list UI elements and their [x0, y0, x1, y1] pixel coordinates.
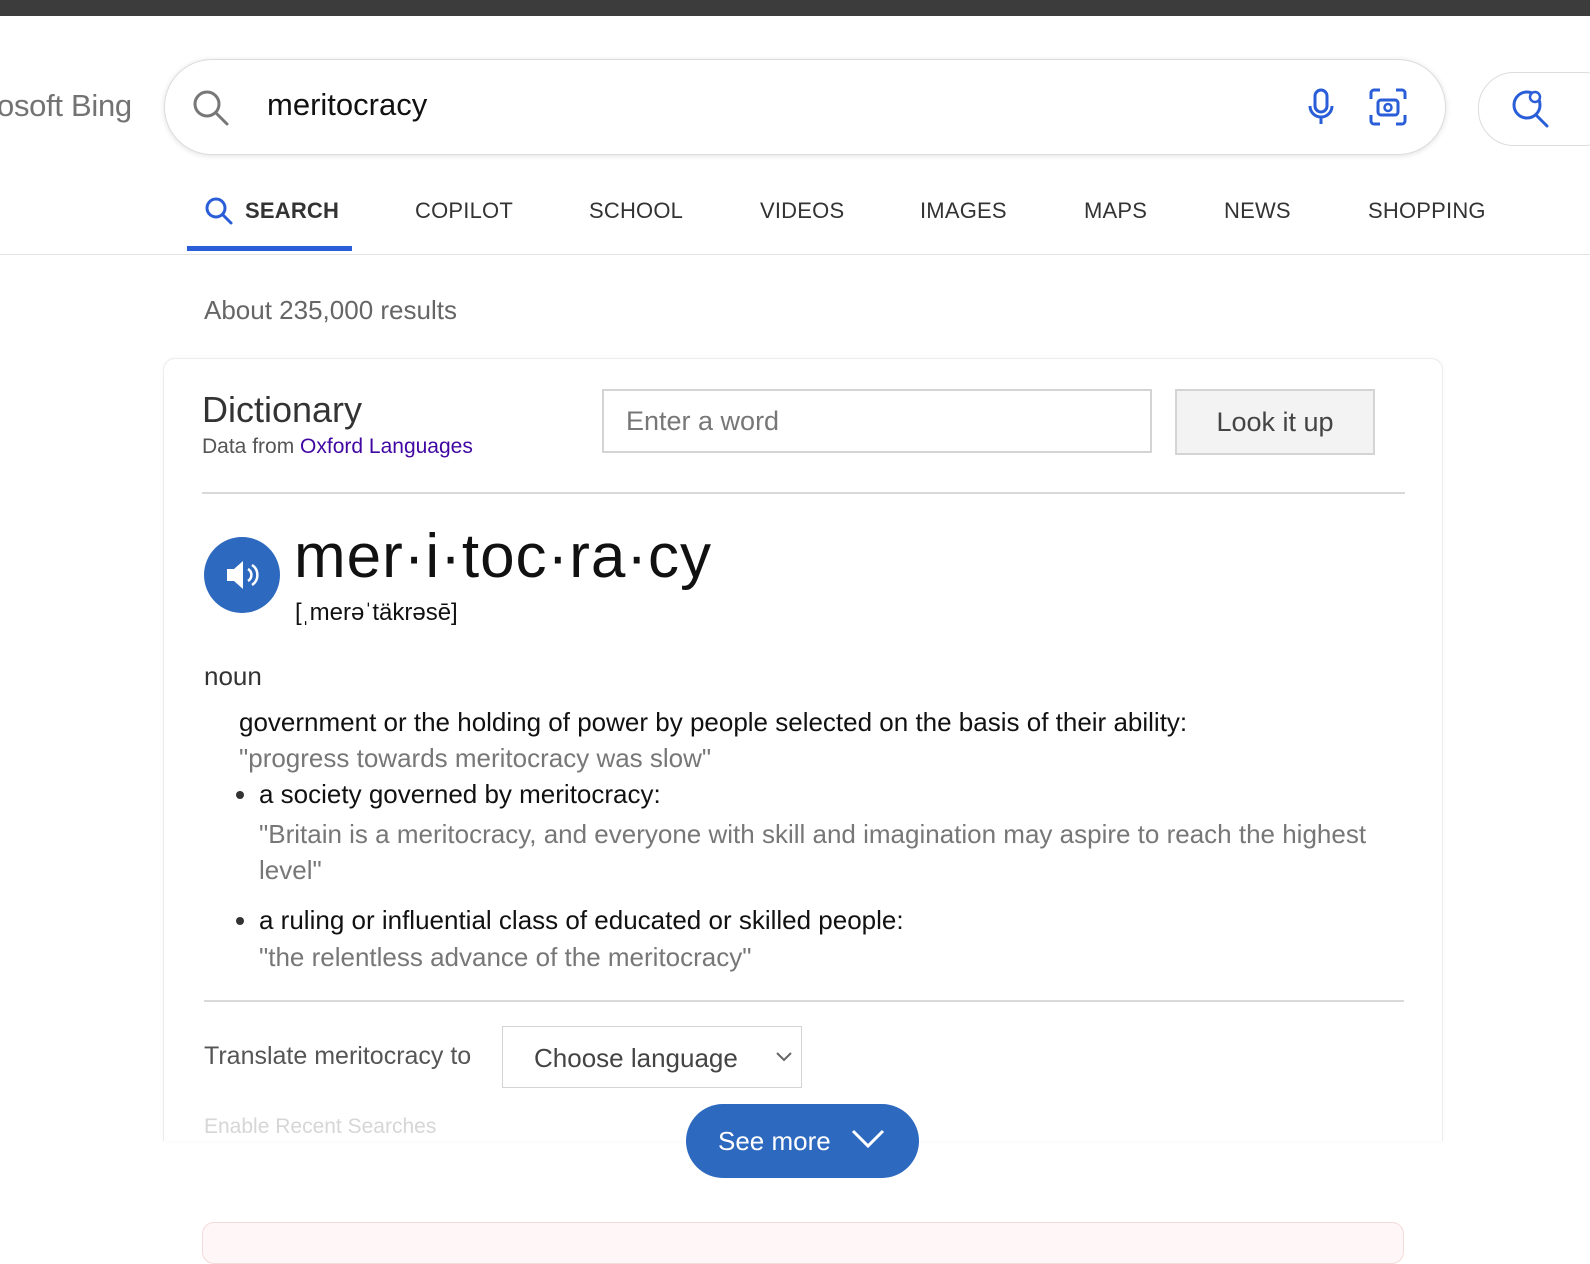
tab-school[interactable]: SCHOOL: [589, 198, 683, 223]
recent-searches-toggle[interactable]: Enable Recent Searches: [204, 1115, 436, 1139]
pronunciation: [ˌmerəˈtäkrəsē]: [295, 599, 458, 626]
active-tab-indicator: [187, 246, 352, 251]
see-more-label: See more: [718, 1126, 831, 1156]
results-count: About 235,000 results: [204, 295, 457, 325]
oxford-languages-link[interactable]: Oxford Languages: [300, 435, 473, 458]
source-prefix: Data from: [202, 435, 295, 458]
microphone-icon[interactable]: [1305, 87, 1337, 132]
speaker-icon: [227, 561, 259, 589]
definition-example: "progress towards meritocracy was slow": [239, 743, 712, 773]
word-input[interactable]: [602, 389, 1152, 453]
search-tab-icon: [205, 197, 233, 225]
tab-videos[interactable]: VIDEOS: [760, 198, 844, 223]
tab-images[interactable]: IMAGES: [920, 198, 1007, 223]
bing-logo[interactable]: osoft Bing: [0, 88, 132, 124]
next-result-card: [202, 1222, 1404, 1264]
search-icon[interactable]: [191, 88, 231, 133]
see-more-button[interactable]: See more: [686, 1104, 919, 1178]
visual-search-icon[interactable]: [1368, 87, 1408, 132]
tab-shopping[interactable]: SHOPPING: [1368, 198, 1486, 223]
bullet: [236, 791, 244, 799]
chevron-down-icon: [851, 1129, 885, 1149]
bullet: [236, 917, 244, 925]
search-input[interactable]: meritocracy: [267, 87, 427, 123]
search-tabs: SEARCH COPILOT SCHOOL VIDEOS IMAGES MAPS…: [0, 186, 1590, 255]
chevron-down-icon: [776, 1052, 792, 1062]
dictionary-title: Dictionary: [202, 389, 363, 430]
headword: mer·i·toc·ra·cy: [294, 522, 712, 591]
sub-sense-definition: a society governed by meritocracy:: [259, 779, 661, 809]
part-of-speech: noun: [204, 661, 262, 691]
tab-news[interactable]: NEWS: [1224, 198, 1291, 223]
sub-sense-example: "Britain is a meritocracy, and everyone …: [259, 819, 1367, 885]
tab-maps[interactable]: MAPS: [1084, 198, 1147, 223]
divider: [202, 492, 1405, 494]
copilot-search-button[interactable]: [1478, 72, 1590, 146]
sub-sense-definition: a ruling or influential class of educate…: [259, 905, 904, 935]
language-select[interactable]: Choose language: [502, 1026, 802, 1088]
search-box[interactable]: meritocracy: [164, 59, 1446, 155]
tab-copilot[interactable]: COPILOT: [415, 198, 513, 223]
magnifier-sparkle-icon: [1509, 87, 1553, 136]
divider: [204, 1000, 1404, 1002]
tab-search-label: SEARCH: [245, 198, 340, 223]
language-select-value: Choose language: [534, 1043, 738, 1073]
dictionary-card: Dictionary Data from Oxford Languages Lo…: [163, 358, 1443, 1141]
dictionary-source: Data from Oxford Languages: [202, 435, 473, 459]
look-it-up-button[interactable]: Look it up: [1175, 389, 1375, 455]
translate-label: Translate meritocracy to: [204, 1042, 472, 1070]
pronunciation-audio-button[interactable]: [204, 537, 280, 613]
sub-sense-example: "the relentless advance of the meritocra…: [259, 942, 752, 972]
browser-top-bar: [0, 0, 1590, 16]
definition: government or the holding of power by pe…: [239, 707, 1188, 737]
